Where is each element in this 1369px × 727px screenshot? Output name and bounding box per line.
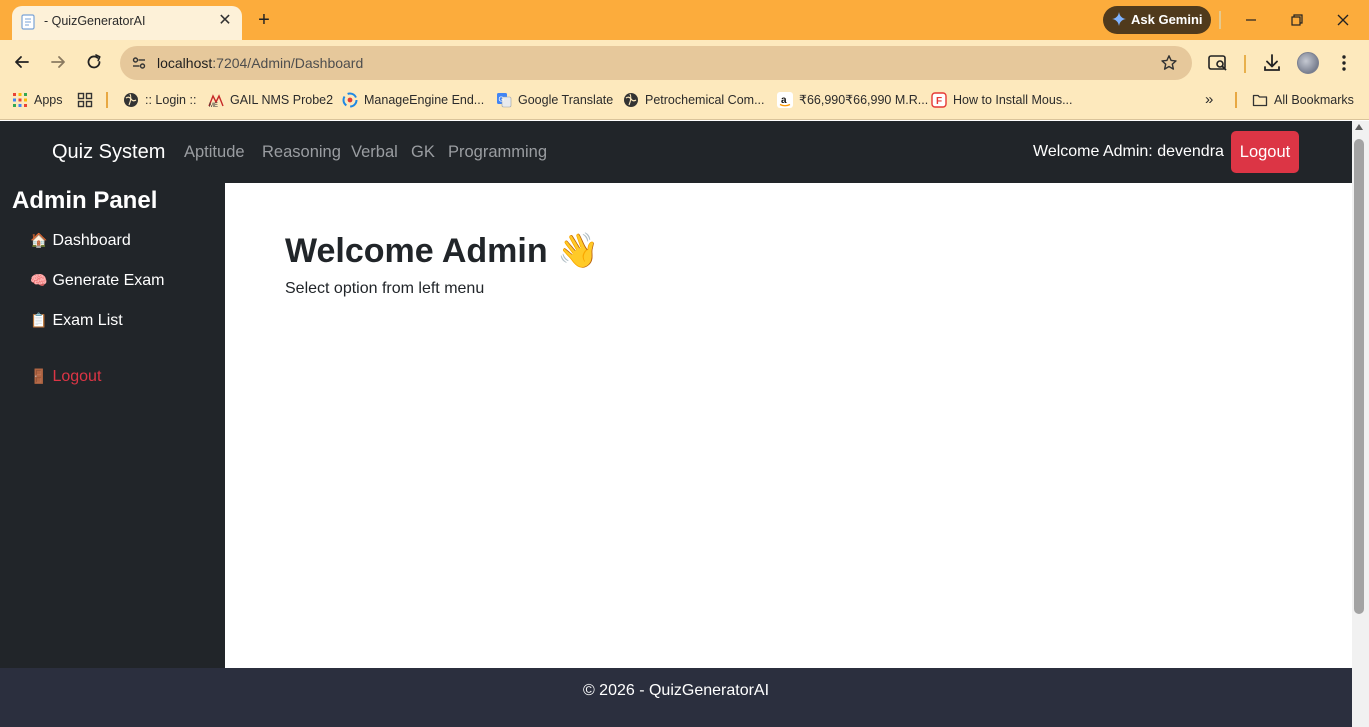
minimize-icon[interactable]	[1240, 9, 1262, 31]
clipboard-icon: 📋	[30, 312, 48, 328]
bookmark-label: Google Translate	[518, 93, 614, 107]
forward-arrow-icon[interactable]	[47, 51, 69, 73]
close-tab-icon[interactable]: ✕	[216, 12, 234, 30]
logout-button[interactable]: Logout	[1231, 131, 1299, 173]
nav-verbal[interactable]: Verbal	[351, 143, 398, 162]
bookmarks-bar: Apps :: Login :: ME GAIL NMS Probe2 Mana…	[0, 84, 1369, 120]
page-subtitle: Select option from left menu	[285, 280, 485, 297]
bookmark-label: ManageEngine End...	[364, 93, 485, 107]
browser-toolbar: localhost:7204/Admin/Dashboard	[0, 40, 1369, 84]
profile-avatar[interactable]	[1297, 52, 1319, 74]
double-chevron-icon: »	[1205, 91, 1214, 108]
bookmark-label: GAIL NMS Probe2	[230, 93, 334, 107]
bookmark-label: ₹66,990₹66,990 M.R...	[799, 93, 929, 107]
url-host: localhost	[157, 55, 213, 71]
bookmark-divider	[106, 92, 108, 108]
footer-copyright: © 2026 - QuizGeneratorAI	[582, 682, 770, 699]
top-navbar: Quiz System Aptitude Reasoning Verbal GK…	[0, 121, 1352, 183]
tab-title: - QuizGeneratorAI	[44, 14, 146, 28]
admin-sidebar: Admin Panel 🏠 Dashboard 🧠 Generate Exam …	[0, 183, 225, 668]
page-scrollbar[interactable]	[1352, 121, 1369, 727]
manageengine-icon: ME	[208, 94, 224, 108]
address-bar[interactable]: localhost:7204/Admin/Dashboard	[120, 46, 1192, 80]
manageengine-endpoint-icon	[342, 92, 358, 108]
bookmark-label: Petrochemical Com...	[645, 93, 765, 107]
brain-icon: 🧠	[30, 272, 48, 288]
svg-text:a: a	[781, 95, 787, 106]
browser-tab-strip: - QuizGeneratorAI ✕ + Ask Gemini	[0, 0, 1369, 40]
scroll-up-icon[interactable]	[1355, 124, 1363, 130]
download-icon[interactable]	[1261, 52, 1283, 74]
new-tab-button[interactable]: +	[254, 9, 274, 31]
nav-programming[interactable]: Programming	[448, 143, 547, 162]
globe-icon	[624, 93, 638, 107]
more-options-icon[interactable]	[1333, 52, 1355, 74]
sidebar-title: Admin Panel	[12, 187, 158, 214]
sidebar-item-exam-list[interactable]: 📋 Exam List	[30, 312, 123, 330]
reload-icon[interactable]	[83, 51, 105, 73]
folder-icon	[1252, 94, 1268, 107]
sidebar-item-label: Exam List	[52, 312, 123, 329]
sidebar-item-label: Dashboard	[52, 232, 131, 249]
globe-icon	[124, 93, 138, 107]
sidebar-item-label: Generate Exam	[52, 272, 165, 289]
google-lens-icon[interactable]	[1207, 52, 1229, 74]
ask-gemini-button[interactable]: Ask Gemini	[1103, 6, 1211, 34]
toolbar-divider	[1219, 11, 1221, 29]
svg-text:G: G	[499, 97, 504, 104]
svg-text:F: F	[936, 96, 942, 107]
f-icon: F	[931, 92, 947, 108]
page-title: Welcome Admin 👋	[285, 232, 600, 270]
ask-gemini-label: Ask Gemini	[1131, 12, 1203, 27]
browser-tab-active[interactable]: - QuizGeneratorAI ✕	[12, 6, 242, 40]
bookmark-label: :: Login ::	[145, 93, 197, 107]
nav-gk[interactable]: GK	[411, 143, 435, 162]
google-translate-icon: G	[497, 93, 512, 108]
apps-grid-icon	[13, 93, 27, 107]
amazon-icon: a	[777, 92, 793, 108]
sidebar-item-logout[interactable]: 🚪 Logout	[30, 368, 101, 386]
welcome-user-text: Welcome Admin: devendra	[1033, 143, 1224, 160]
sidebar-item-label: Logout	[52, 368, 102, 385]
toolbar-divider	[1244, 55, 1246, 73]
all-bookmarks-label: All Bookmarks	[1274, 93, 1354, 107]
page-footer: © 2026 - QuizGeneratorAI	[0, 668, 1352, 727]
gemini-sparkle-icon	[1112, 12, 1126, 26]
bookmark-label: How to Install Mous...	[953, 93, 1073, 107]
url-text: localhost:7204/Admin/Dashboard	[157, 55, 363, 71]
bookmark-star-icon[interactable]	[1160, 54, 1178, 72]
main-content: Welcome Admin 👋 Select option from left …	[225, 183, 1352, 668]
page-icon	[21, 14, 35, 30]
url-path: :7204/Admin/Dashboard	[212, 55, 364, 71]
nav-aptitude[interactable]: Aptitude	[184, 143, 245, 162]
brand-link[interactable]: Quiz System	[52, 141, 165, 164]
house-icon: 🏠	[30, 232, 48, 248]
sidebar-item-generate-exam[interactable]: 🧠 Generate Exam	[30, 272, 165, 290]
restore-icon[interactable]	[1286, 9, 1308, 31]
bookmark-divider	[1235, 92, 1237, 108]
tab-groups-icon	[77, 92, 93, 108]
scrollbar-thumb[interactable]	[1354, 139, 1364, 614]
door-icon: 🚪	[30, 368, 48, 384]
sidebar-item-dashboard[interactable]: 🏠 Dashboard	[30, 232, 131, 250]
svg-text:ME: ME	[209, 103, 218, 108]
back-arrow-icon[interactable]	[11, 51, 33, 73]
site-info-icon[interactable]	[131, 55, 147, 71]
nav-reasoning[interactable]: Reasoning	[262, 143, 341, 162]
close-window-icon[interactable]	[1332, 9, 1354, 31]
bookmark-label: Apps	[34, 93, 63, 107]
